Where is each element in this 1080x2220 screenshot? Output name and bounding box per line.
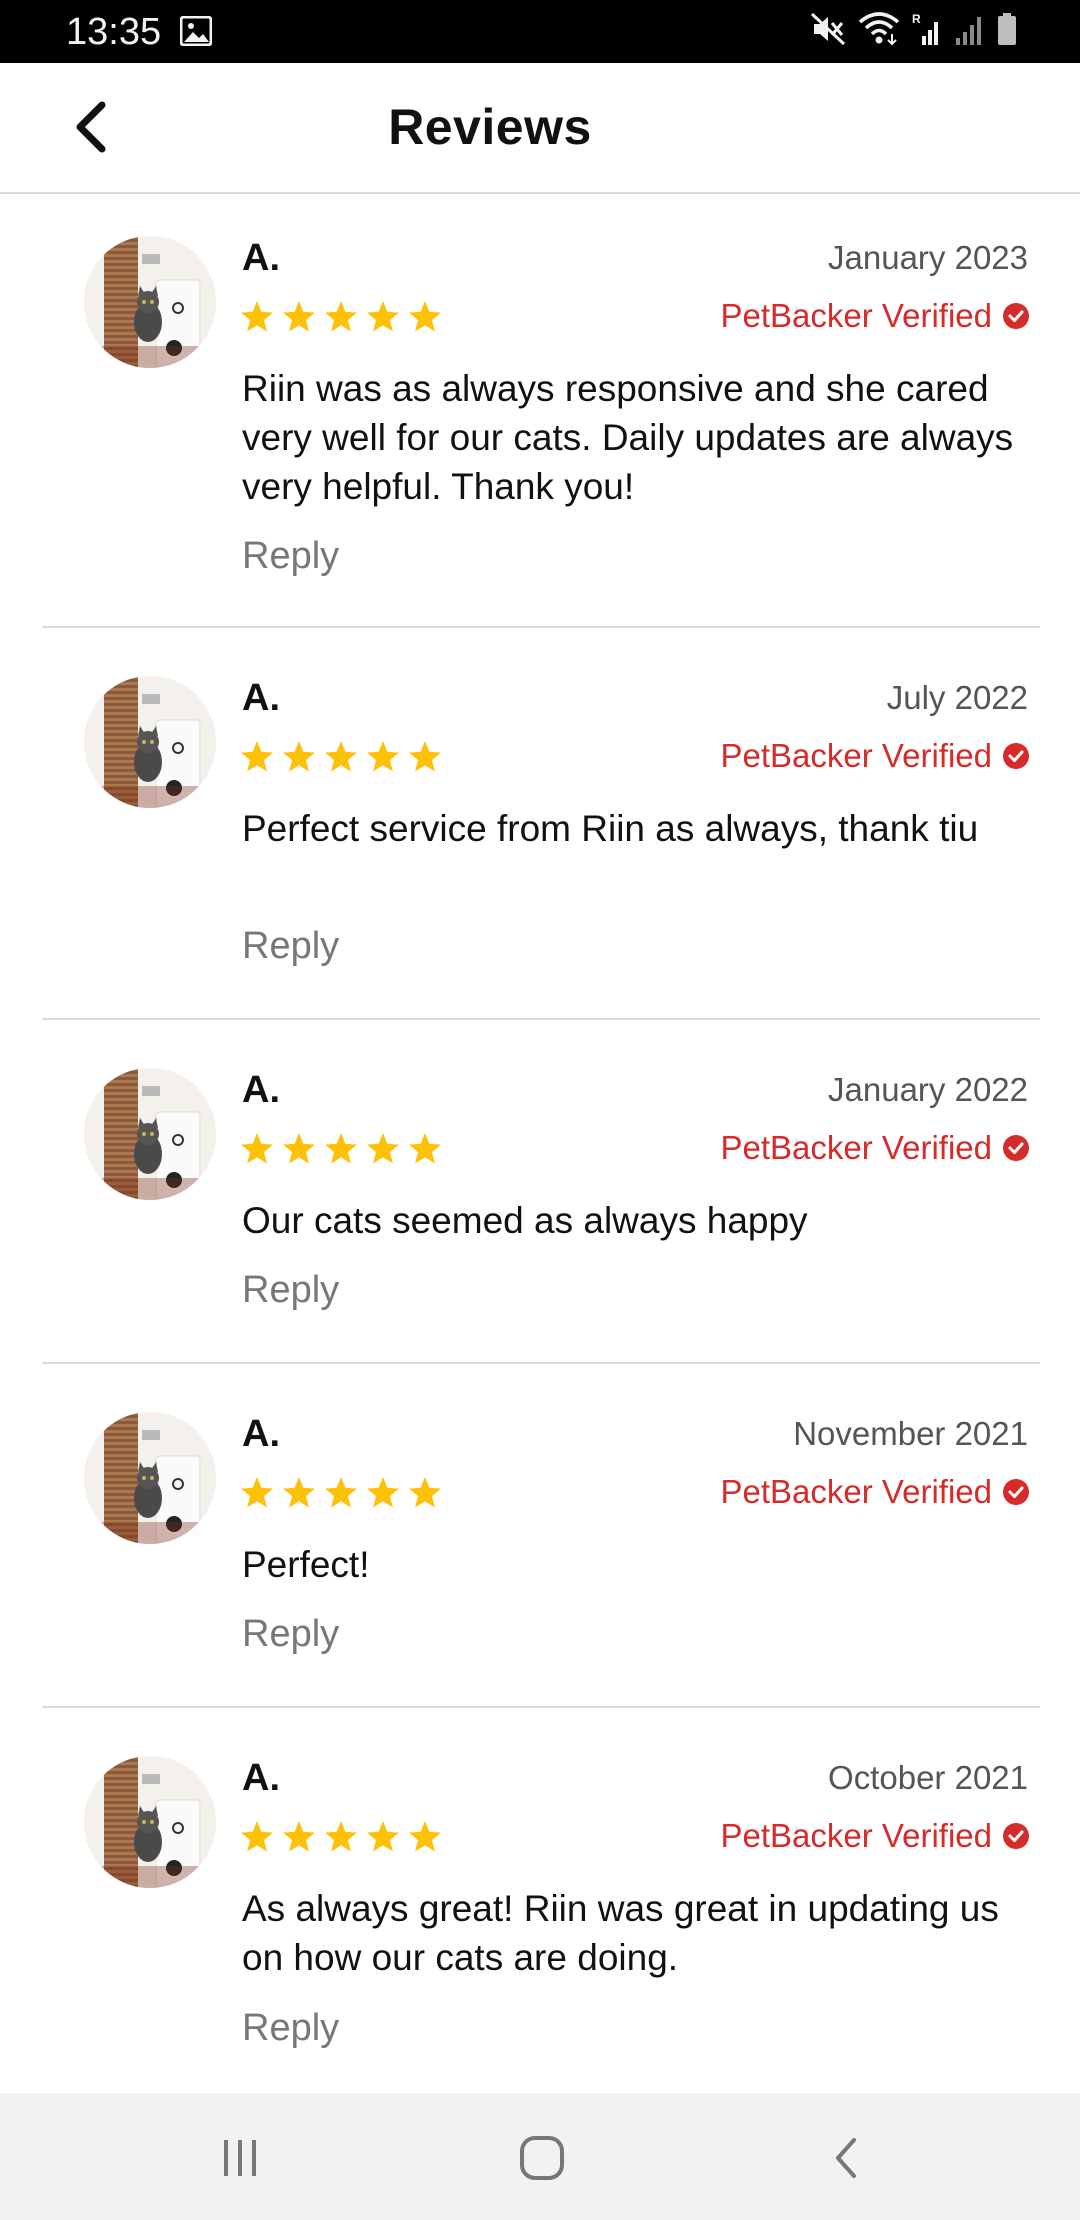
verified-label: PetBacker Verified (720, 297, 992, 334)
verified-check-icon (1003, 743, 1029, 769)
avatar (84, 676, 216, 808)
avatar (84, 236, 216, 368)
star-icon (325, 741, 357, 772)
battery-icon (996, 12, 1018, 51)
star-icon (241, 301, 273, 332)
signal-icon (954, 12, 984, 51)
divider (42, 1018, 1040, 1020)
reply-button[interactable]: Reply (242, 1268, 339, 1312)
reviewer-name: A. (242, 1069, 280, 1111)
reviewer-name: A. (242, 1757, 280, 1799)
review-date: July 2022 (886, 679, 1028, 716)
review-date: November 2021 (793, 1415, 1028, 1452)
verified-check-icon (1003, 1823, 1029, 1849)
reply-button[interactable]: Reply (242, 2006, 339, 2050)
home-button[interactable] (502, 2123, 582, 2193)
star-icon (325, 1477, 357, 1508)
star-icon (283, 1821, 315, 1852)
chevron-left-icon (76, 101, 106, 153)
back-icon (836, 2138, 856, 2178)
verified-badge: PetBacker Verified (721, 1126, 1030, 1170)
star-rating (240, 300, 442, 334)
navigation-bar (0, 2093, 1080, 2220)
star-icon (241, 1477, 273, 1508)
verified-label: PetBacker Verified (720, 1129, 992, 1166)
svg-text:R: R (912, 12, 921, 26)
wifi-icon (858, 12, 900, 51)
star-icon (409, 741, 441, 772)
avatar (84, 1068, 216, 1200)
reviewer-name: A. (242, 677, 280, 719)
reviewer-name: A. (242, 1413, 280, 1455)
verified-badge: PetBacker Verified (721, 1814, 1030, 1858)
star-icon (283, 1133, 315, 1164)
review-text: Perfect! (242, 1544, 370, 1585)
avatar (84, 1412, 216, 1544)
review-text: As always great! Riin was great in updat… (242, 1888, 999, 1978)
status-time: 13:35 (66, 11, 162, 53)
star-icon (283, 1477, 315, 1508)
verified-check-icon (1003, 303, 1029, 329)
star-icon (325, 1133, 357, 1164)
verified-badge: PetBacker Verified (721, 294, 1030, 338)
star-rating (240, 1476, 442, 1510)
avatar (84, 1756, 216, 1888)
star-icon (367, 741, 399, 772)
star-icon (409, 1477, 441, 1508)
status-bar: 13:35 R (0, 0, 1080, 63)
star-icon (367, 1133, 399, 1164)
verified-check-icon (1003, 1479, 1029, 1505)
star-icon (409, 1821, 441, 1852)
star-icon (325, 1821, 357, 1852)
status-icons: R (810, 12, 1018, 51)
review-date: October 2021 (828, 1759, 1028, 1796)
home-icon (520, 2136, 564, 2180)
mute-icon (810, 12, 846, 51)
star-icon (325, 301, 357, 332)
system-back-button[interactable] (805, 2123, 885, 2193)
star-icon (283, 741, 315, 772)
reply-button[interactable]: Reply (242, 1612, 339, 1656)
verified-badge: PetBacker Verified (721, 1470, 1030, 1514)
verified-label: PetBacker Verified (720, 737, 992, 774)
app-header: Reviews (0, 63, 1080, 194)
star-icon (241, 1133, 273, 1164)
gallery-icon (179, 15, 213, 51)
back-button[interactable] (62, 99, 118, 155)
page-title: Reviews (388, 99, 592, 155)
signal-roaming-icon: R (912, 12, 942, 51)
divider (42, 1706, 1040, 1708)
reply-button[interactable]: Reply (242, 924, 339, 968)
star-icon (367, 1477, 399, 1508)
review-date: January 2022 (828, 1071, 1028, 1108)
recent-apps-button[interactable] (200, 2123, 280, 2193)
verified-badge: PetBacker Verified (721, 734, 1030, 778)
divider (42, 626, 1040, 628)
star-rating (240, 1820, 442, 1854)
reviewer-name: A. (242, 237, 280, 279)
star-icon (241, 1821, 273, 1852)
star-icon (367, 301, 399, 332)
star-icon (241, 741, 273, 772)
review-text: Our cats seemed as always happy (242, 1200, 808, 1241)
star-icon (409, 301, 441, 332)
star-rating (240, 1132, 442, 1166)
verified-check-icon (1003, 1135, 1029, 1161)
reply-button[interactable]: Reply (242, 534, 339, 578)
verified-label: PetBacker Verified (720, 1817, 992, 1854)
star-icon (367, 1821, 399, 1852)
review-text: Riin was as always responsive and she ca… (242, 368, 1014, 507)
recent-apps-icon (224, 2140, 256, 2176)
review-text: Perfect service from Riin as always, tha… (242, 808, 979, 849)
star-rating (240, 740, 442, 774)
verified-label: PetBacker Verified (720, 1473, 992, 1510)
star-icon (409, 1133, 441, 1164)
star-icon (283, 301, 315, 332)
divider (42, 1362, 1040, 1364)
review-date: January 2023 (828, 239, 1028, 276)
